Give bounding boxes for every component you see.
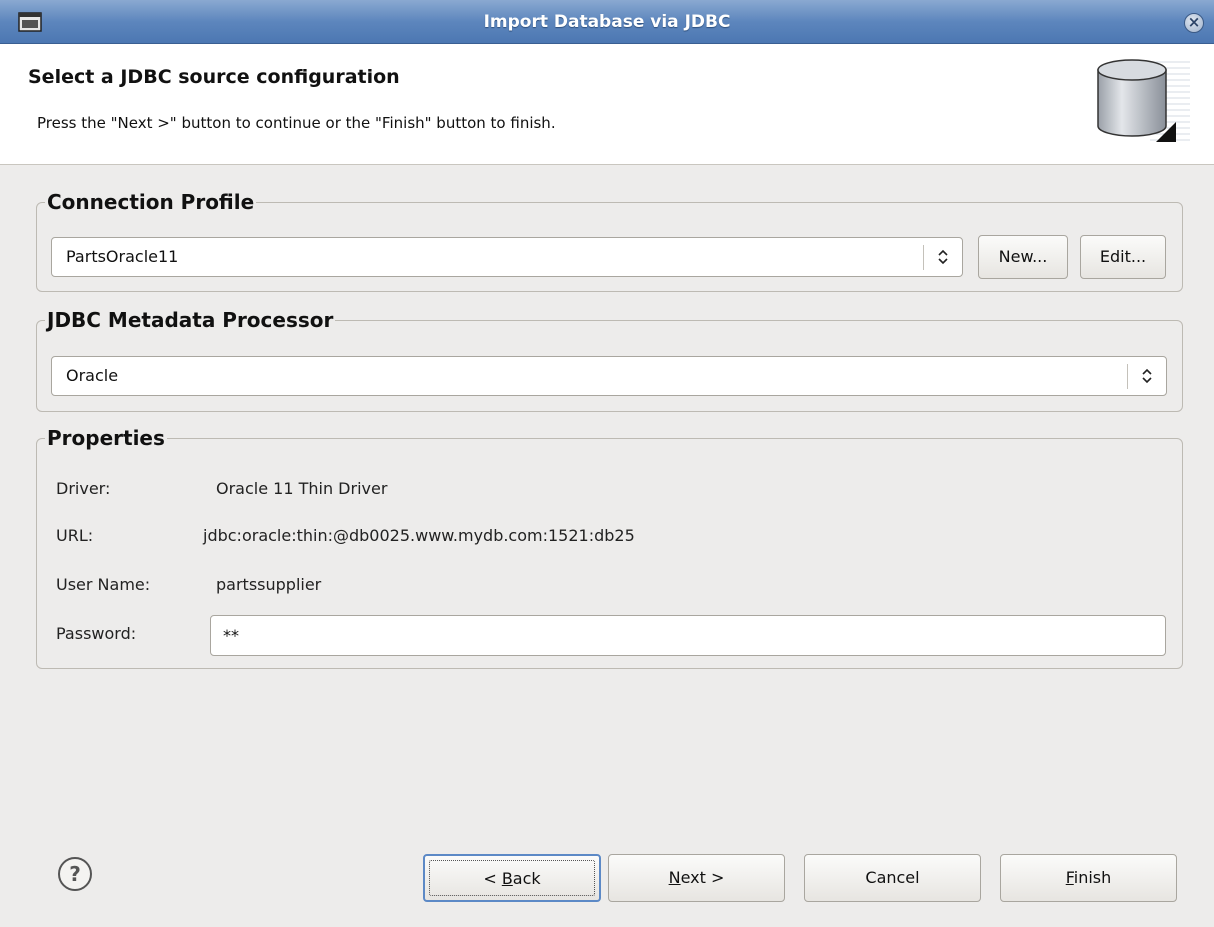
- metadata-processor-legend: JDBC Metadata Processor: [47, 308, 334, 332]
- url-label: URL:: [56, 526, 94, 545]
- next-button-mnemonic: N: [668, 868, 681, 887]
- updown-arrow-icon: [938, 249, 948, 265]
- metadata-processor-value: Oracle: [66, 366, 119, 385]
- page-description: Press the "Next >" button to continue or…: [37, 114, 556, 132]
- edit-profile-button[interactable]: Edit...: [1080, 235, 1166, 279]
- close-icon[interactable]: ×: [1184, 13, 1204, 33]
- properties-legend: Properties: [47, 426, 165, 450]
- next-button-label: ext >: [680, 868, 725, 887]
- finish-button-label: inish: [1073, 868, 1112, 887]
- page-title: Select a JDBC source configuration: [28, 66, 400, 88]
- database-icon: [1097, 59, 1190, 142]
- new-profile-button[interactable]: New...: [978, 235, 1068, 279]
- password-label: Password:: [56, 624, 137, 643]
- window-title: Import Database via JDBC: [483, 12, 731, 32]
- help-icon[interactable]: ?: [57, 856, 93, 892]
- cancel-button[interactable]: Cancel: [804, 854, 981, 902]
- connection-profile-value: PartsOracle11: [66, 247, 179, 266]
- password-field[interactable]: **: [210, 615, 1166, 656]
- focus-ring: [429, 860, 595, 896]
- combo-separator: [1127, 364, 1128, 389]
- finish-button[interactable]: Finish: [1000, 854, 1177, 902]
- driver-value: Oracle 11 Thin Driver: [216, 479, 388, 498]
- metadata-processor-select[interactable]: Oracle: [51, 356, 1167, 396]
- finish-button-mnemonic: F: [1065, 868, 1074, 887]
- url-value: jdbc:oracle:thin:@db0025.www.mydb.com:15…: [203, 526, 635, 545]
- wizard-header: Select a JDBC source configuration Press…: [0, 44, 1214, 165]
- title-bar: Import Database via JDBC ×: [0, 0, 1214, 44]
- connection-profile-legend: Connection Profile: [47, 190, 255, 214]
- back-button[interactable]: < Back: [423, 854, 601, 902]
- driver-label: Driver:: [56, 479, 111, 498]
- updown-arrow-icon: [1142, 368, 1152, 384]
- svg-text:?: ?: [69, 862, 81, 886]
- connection-profile-select[interactable]: PartsOracle11: [51, 237, 963, 277]
- username-label: User Name:: [56, 575, 151, 594]
- combo-separator: [923, 245, 924, 270]
- next-button[interactable]: Next >: [608, 854, 785, 902]
- username-value: partssupplier: [216, 575, 322, 594]
